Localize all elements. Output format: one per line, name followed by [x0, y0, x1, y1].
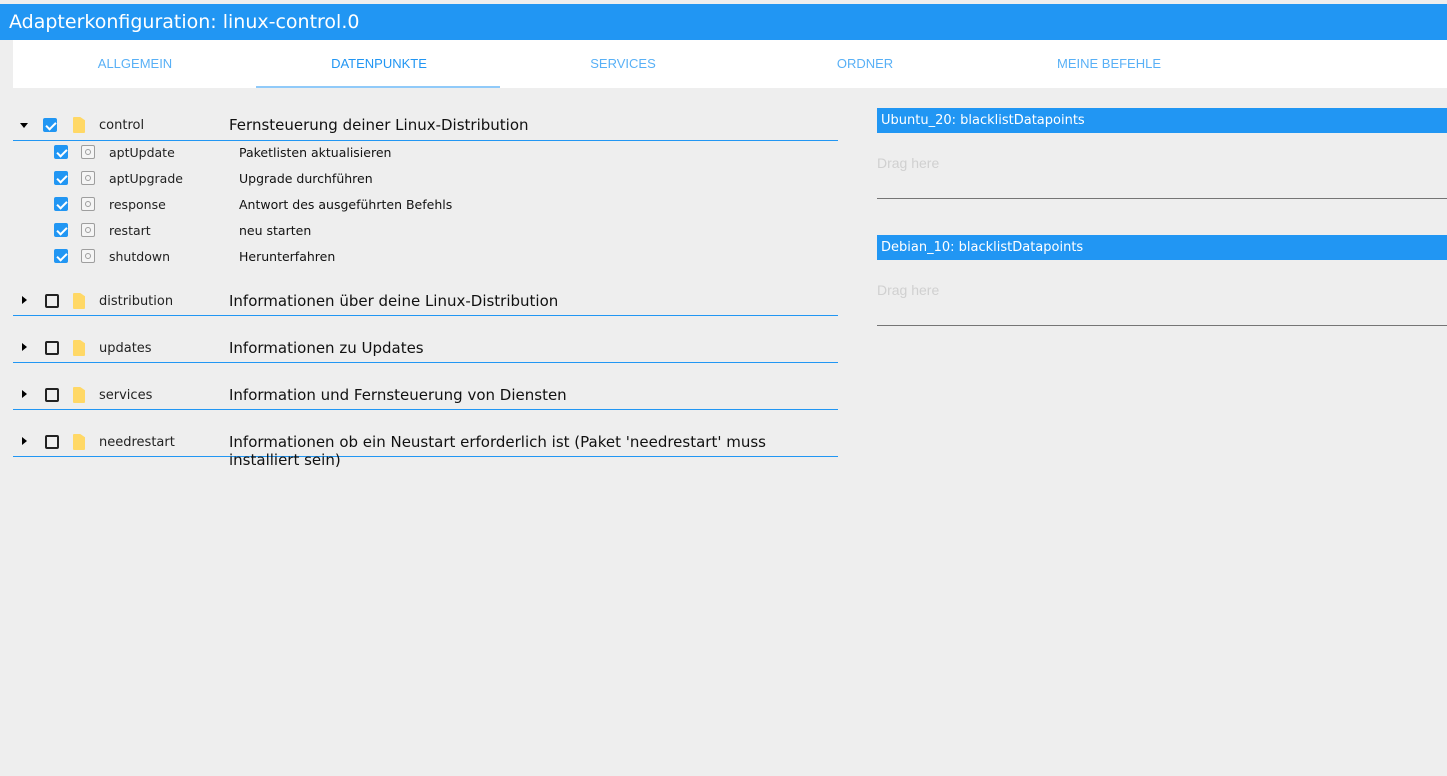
blacklist-dropzone[interactable]: Drag here — [877, 260, 1447, 326]
folder-description: Informationen zu Updates — [229, 339, 424, 357]
tab-datenpunkte[interactable]: DATENPUNKTE — [257, 40, 501, 88]
blacklist-dropzone[interactable]: Drag here — [877, 133, 1447, 199]
tab-services[interactable]: SERVICES — [501, 40, 745, 88]
item-checkbox[interactable] — [54, 223, 68, 237]
item-checkbox[interactable] — [54, 249, 68, 263]
dropzone-placeholder: Drag here — [877, 155, 940, 171]
folder-icon — [73, 434, 85, 450]
item-name: response — [109, 197, 166, 212]
blacklist-header: Ubuntu_20: blacklistDatapoints — [877, 108, 1447, 133]
tab-bar: ALLGEMEIN DATENPUNKTE SERVICES ORDNER ME… — [13, 40, 1447, 88]
collapse-caret-icon[interactable] — [20, 123, 28, 128]
folder-row-distribution: distribution Informationen über deine Li… — [13, 285, 838, 316]
folder-checkbox-updates[interactable] — [45, 341, 59, 355]
window-title: Adapterkonfiguration: linux-control.0 — [0, 4, 1447, 40]
tab-indicator — [256, 86, 500, 88]
item-description: Herunterfahren — [239, 249, 336, 264]
folder-icon — [73, 117, 85, 133]
folder-row-services: services Information und Fernsteuerung v… — [13, 379, 838, 410]
folder-icon — [73, 293, 85, 309]
item-checkbox[interactable] — [54, 197, 68, 211]
expand-caret-icon[interactable] — [22, 437, 27, 445]
tab-meine-befehle[interactable]: MEINE BEFEHLE — [987, 40, 1231, 88]
folder-row-updates: updates Informationen zu Updates — [13, 332, 838, 363]
item-name: shutdown — [109, 249, 170, 264]
state-icon — [81, 171, 95, 185]
item-name: aptUpdate — [109, 145, 175, 160]
state-icon — [81, 197, 95, 211]
state-icon — [81, 223, 95, 237]
blacklist-debian: Debian_10: blacklistDatapoints Drag here — [877, 235, 1447, 326]
item-checkbox[interactable] — [54, 171, 68, 185]
folder-description: Information und Fernsteuerung von Dienst… — [229, 386, 567, 404]
item-description: Paketlisten aktualisieren — [239, 145, 392, 160]
item-checkbox[interactable] — [54, 145, 68, 159]
folder-name: needrestart — [99, 435, 175, 450]
blacklist-header: Debian_10: blacklistDatapoints — [877, 235, 1447, 260]
item-description: Antwort des ausgeführten Befehls — [239, 197, 453, 212]
list-item: shutdown Herunterfahren — [13, 243, 838, 269]
folder-icon — [73, 340, 85, 356]
folder-icon — [73, 387, 85, 403]
item-description: Upgrade durchführen — [239, 171, 373, 186]
folder-checkbox-needrestart[interactable] — [45, 435, 59, 449]
folder-row-control: control Fernsteuerung deiner Linux-Distr… — [13, 110, 838, 141]
folder-checkbox-control[interactable] — [43, 118, 57, 132]
list-item: response Antwort des ausgeführten Befehl… — [13, 191, 838, 217]
folder-checkbox-services[interactable] — [45, 388, 59, 402]
folder-name: distribution — [99, 294, 174, 309]
folder-description: Fernsteuerung deiner Linux-Distribution — [229, 116, 529, 134]
list-item: aptUpgrade Upgrade durchführen — [13, 165, 838, 191]
expand-caret-icon[interactable] — [22, 390, 27, 398]
expand-caret-icon[interactable] — [22, 296, 27, 304]
state-icon — [81, 249, 95, 263]
item-name: restart — [109, 223, 151, 238]
item-name: aptUpgrade — [109, 171, 183, 186]
folder-name: updates — [99, 341, 152, 356]
expand-caret-icon[interactable] — [22, 343, 27, 351]
folder-description: Informationen über deine Linux-Distribut… — [229, 292, 559, 310]
folder-name: services — [99, 388, 153, 403]
item-description: neu starten — [239, 223, 312, 238]
tab-allgemein[interactable]: ALLGEMEIN — [13, 40, 257, 88]
list-item: restart neu starten — [13, 217, 838, 243]
tab-ordner[interactable]: ORDNER — [743, 40, 987, 88]
folder-name: control — [99, 118, 145, 133]
dropzone-placeholder: Drag here — [877, 282, 940, 298]
list-item: aptUpdate Paketlisten aktualisieren — [13, 139, 838, 165]
state-icon — [81, 145, 95, 159]
folder-checkbox-distribution[interactable] — [45, 294, 59, 308]
folder-row-needrestart: needrestart Informationen ob ein Neustar… — [13, 426, 838, 469]
blacklist-ubuntu: Ubuntu_20: blacklistDatapoints Drag here — [877, 108, 1447, 199]
folder-description: Informationen ob ein Neustart erforderli… — [229, 433, 766, 469]
